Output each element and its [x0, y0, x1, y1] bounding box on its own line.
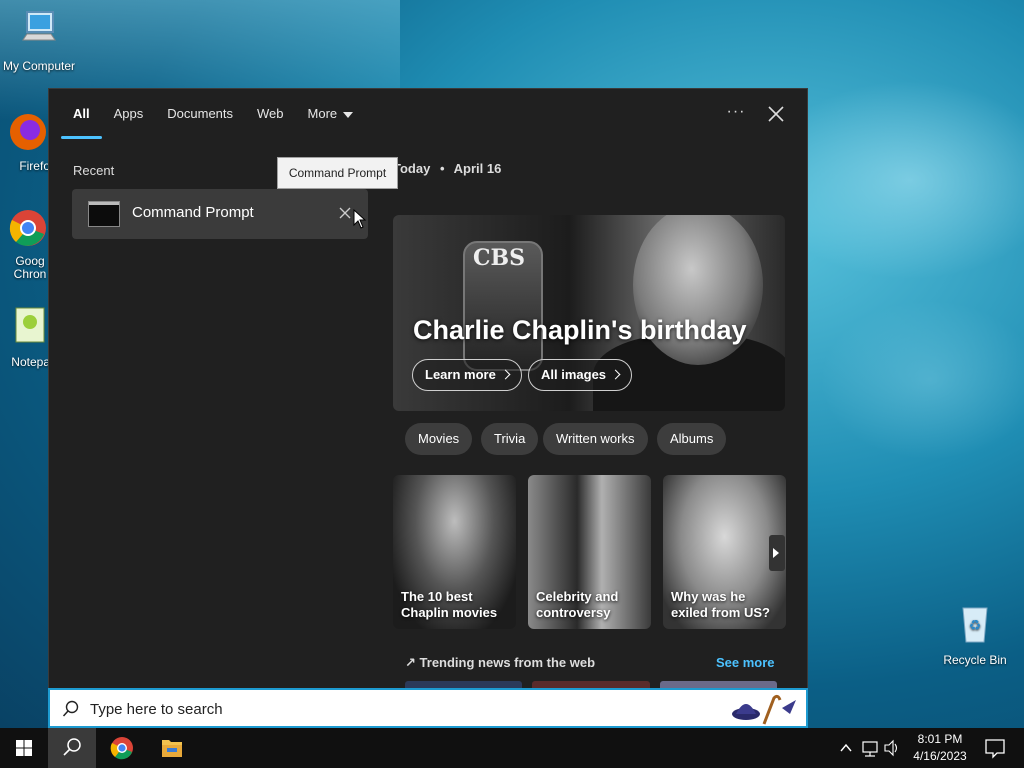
tooltip: Command Prompt	[277, 157, 398, 189]
learn-more-button[interactable]: Learn more	[412, 359, 522, 391]
chip-trivia[interactable]: Trivia	[481, 423, 539, 455]
system-tray	[836, 728, 898, 768]
hero-card[interactable]: CBS Charlie Chaplin's birthday Learn mor…	[393, 215, 785, 411]
today-date: Today • April 16	[393, 161, 501, 176]
command-prompt-icon	[88, 201, 120, 227]
tab-web[interactable]: Web	[245, 89, 296, 139]
taskbar-clock[interactable]: 8:01 PM 4/16/2023	[900, 731, 980, 765]
all-images-button[interactable]: All images	[528, 359, 633, 391]
taskbar-search-button[interactable]	[48, 728, 96, 768]
story-caption: Celebrity and controversy	[536, 589, 619, 620]
tab-apps[interactable]: Apps	[102, 89, 156, 139]
desktop-icon-recycle-bin[interactable]: ♻ Recycle Bin	[935, 602, 1015, 667]
network-icon[interactable]	[860, 728, 880, 768]
notification-icon[interactable]	[975, 728, 1015, 768]
button-label: All images	[541, 367, 607, 382]
notepad-icon	[15, 307, 45, 343]
start-button[interactable]	[0, 728, 48, 768]
chip-movies[interactable]: Movies	[405, 423, 473, 455]
tab-all[interactable]: All	[61, 89, 102, 139]
chrome-icon	[9, 210, 46, 246]
tab-documents[interactable]: Documents	[155, 89, 245, 139]
close-icon[interactable]	[765, 103, 787, 125]
today-label: Today	[393, 161, 431, 176]
story-card[interactable]: Celebrity and controversy	[528, 475, 651, 629]
clock-time: 8:01 PM	[917, 732, 963, 746]
see-more-link[interactable]: See more	[716, 655, 775, 670]
firefox-icon	[10, 114, 46, 150]
tab-more[interactable]: More	[296, 89, 366, 139]
chevron-up-icon[interactable]	[836, 728, 856, 768]
more-options-button[interactable]: ···	[725, 103, 747, 125]
desktop-icon-label: My Computer	[2, 59, 76, 73]
recycle-bin-icon: ♻	[962, 607, 988, 643]
windows-icon	[16, 740, 32, 756]
chip-written-works[interactable]: Written works	[543, 423, 648, 455]
search-tabs: All Apps Documents Web More	[61, 89, 365, 139]
carousel-next-button[interactable]	[769, 535, 785, 571]
taskbar-search-box[interactable]: Type here to search	[48, 688, 808, 728]
trending-icon: ↗	[405, 655, 416, 670]
separator: •	[439, 161, 445, 176]
story-card[interactable]: The 10 best Chaplin movies	[393, 475, 516, 629]
recent-heading: Recent	[73, 163, 115, 178]
folder-icon	[162, 740, 182, 757]
trending-heading: ↗ Trending news from the web	[405, 655, 595, 671]
taskbar-chrome[interactable]	[98, 728, 146, 768]
story-caption: Why was he exiled from US?	[671, 589, 770, 620]
chevron-right-icon	[500, 369, 511, 380]
taskbar-file-explorer[interactable]	[148, 728, 196, 768]
chaplin-doodle-icon[interactable]	[730, 692, 802, 726]
story-caption: The 10 best Chaplin movies	[401, 589, 498, 620]
desktop-icon-my-computer[interactable]: My Computer	[0, 8, 79, 73]
chip-albums[interactable]: Albums	[657, 423, 727, 455]
search-icon	[63, 738, 81, 756]
date-label: April 16	[453, 161, 502, 176]
desktop-icon-label: Recycle Bin	[943, 653, 1007, 667]
search-panel: All Apps Documents Web More ··· Recent C…	[48, 88, 808, 728]
search-icon	[62, 700, 79, 717]
taskbar: 8:01 PM 4/16/2023	[0, 728, 1024, 768]
tab-more-label: More	[307, 106, 338, 121]
search-placeholder: Type here to search	[90, 701, 223, 718]
remove-recent-icon[interactable]	[338, 206, 352, 220]
svg-text:♻: ♻	[969, 617, 982, 633]
trending-label: Trending news from the web	[419, 655, 596, 670]
desktop-icon-label: Goog Chron	[13, 254, 47, 281]
chrome-icon	[110, 737, 133, 760]
chevron-down-icon	[343, 111, 354, 118]
button-label: Learn more	[425, 367, 496, 382]
volume-icon[interactable]	[882, 728, 902, 768]
wallpaper-wave	[820, 300, 1024, 460]
chevron-right-icon	[610, 369, 621, 380]
mouse-cursor-icon	[353, 209, 367, 229]
computer-icon	[22, 11, 56, 41]
clock-date: 4/16/2023	[913, 749, 967, 763]
recent-item-command-prompt[interactable]: Command Prompt	[72, 189, 368, 239]
microphone-label: CBS	[473, 245, 525, 271]
hero-title: Charlie Chaplin's birthday	[413, 315, 747, 345]
recent-item-label: Command Prompt	[132, 204, 254, 221]
story-card[interactable]: Why was he exiled from US?	[663, 475, 786, 629]
